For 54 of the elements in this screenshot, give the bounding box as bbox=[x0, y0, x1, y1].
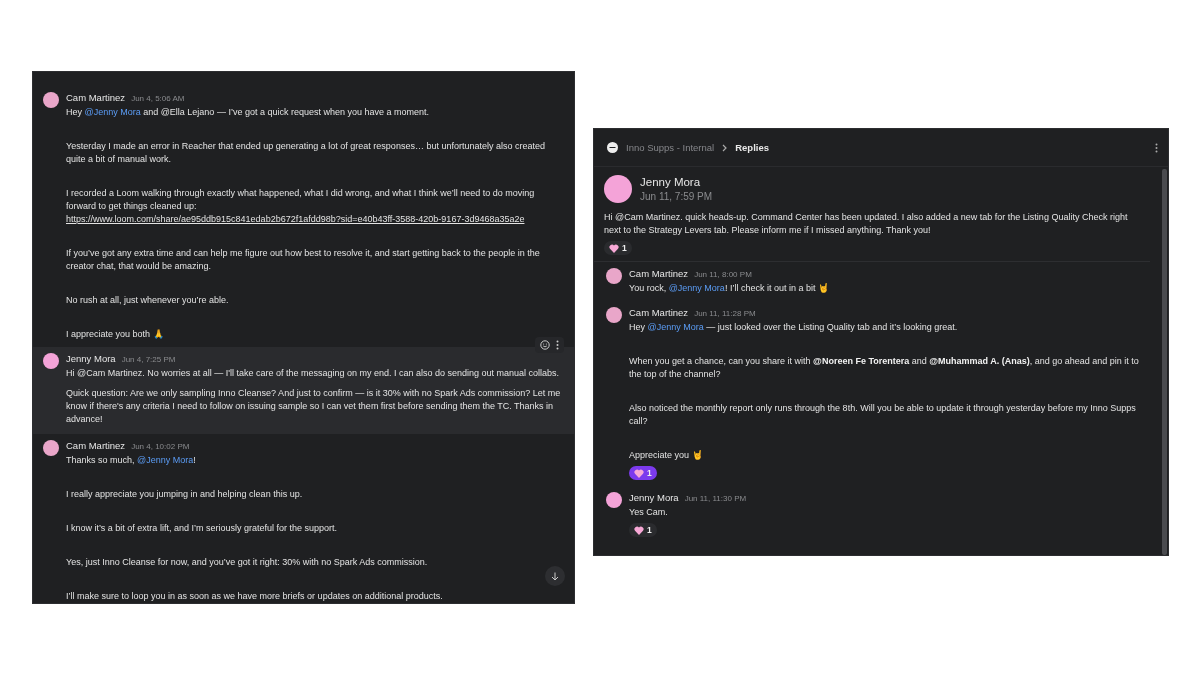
author-name: Jenny Mora bbox=[640, 176, 702, 188]
heart-icon bbox=[634, 525, 644, 535]
message-time: Jun 11, 8:00 PM bbox=[694, 270, 752, 279]
message-text: Appreciate you 🤘 bbox=[629, 449, 703, 462]
breadcrumb-current: Replies bbox=[735, 142, 769, 153]
chevron-right-icon bbox=[722, 143, 728, 152]
url-link[interactable]: https://www.loom.com/share/ae95ddb915c841edab2b672f1afdd98b?sid=e40b43ff-3588-420b-9167-3d9468a35a2e bbox=[66, 213, 562, 226]
message-text: You rock, @Jenny Mora! I’ll check it out in a bit 🤘 bbox=[629, 282, 829, 295]
message-text: I recorded a Loom walking through exactly what happened, what I did wrong, and what I think we’ll need to do moving forward to get things cleaned up: https://www.loom.com/share/ae95ddb915c841edab2b672f1afdd98b?sid=e40b43ff-3588-420b-9167-3d9468a35a2e bbox=[66, 187, 562, 226]
message-text: Hi @Cam Martinez. quick heads-up. Command Center has been updated. I also added a new tab for the Listing Quality Check right next to the Strategy Levers tab. Please inform me if I missed anything. Thank you! bbox=[604, 211, 1129, 237]
scroll-down-button[interactable] bbox=[545, 566, 565, 586]
message-text: Yes, just Inno Cleanse for now, and you’ve got it right: 30% with no Spark Ads commission. bbox=[66, 556, 428, 569]
more-icon[interactable] bbox=[1155, 142, 1158, 153]
emoji-icon[interactable] bbox=[540, 340, 550, 350]
message-text: Thanks so much, @Jenny Mora! bbox=[66, 454, 196, 467]
message-text: Yes Cam. bbox=[629, 506, 668, 519]
message-text: Hey @Jenny Mora — just looked over the Listing Quality tab and it’s looking great. bbox=[629, 321, 958, 334]
message-text: Hi @Cam Martinez. No worries at all — I'll take care of the messaging on my end. I can also do sending out manual collabs. bbox=[66, 367, 560, 380]
message-time: Jun 11, 11:30 PM bbox=[684, 494, 747, 503]
reaction-button[interactable]: 1 bbox=[629, 466, 657, 480]
heart-icon bbox=[609, 243, 619, 253]
author-name: Cam Martinez bbox=[66, 440, 126, 451]
message-text: Also noticed the monthly report only runs through the 8th. Will you be able to update it through yesterday before my Inno Supps call? bbox=[629, 402, 1137, 428]
mention-link[interactable]: @Jenny Mora bbox=[647, 322, 704, 332]
more-icon[interactable] bbox=[556, 340, 559, 350]
message-text: I know it’s a bit of extra lift, and I’m seriously grateful for the support. bbox=[66, 522, 337, 535]
channel-link[interactable]: Inno Supps - Internal bbox=[626, 142, 715, 153]
author-name: Cam Martinez bbox=[66, 92, 126, 103]
message-time: Jun 11, 11:28 PM bbox=[694, 309, 756, 318]
message-time: Jun 4, 7:25 PM bbox=[121, 355, 176, 364]
message-text: Yesterday I made an error in Reacher that ended up generating a lot of great responses… but unfortunately also created quite a bit of manual work. bbox=[66, 140, 546, 166]
author-name: Jenny Mora bbox=[629, 492, 679, 503]
mention-link[interactable]: @Jenny Mora bbox=[84, 107, 141, 117]
message-time: Jun 4, 10:02 PM bbox=[131, 442, 190, 451]
message-text: No rush at all, just whenever you’re able. bbox=[66, 294, 229, 307]
heart-icon bbox=[634, 468, 644, 478]
message-time: Jun 11, 7:59 PM bbox=[640, 191, 713, 202]
message-text: I really appreciate you jumping in and helping clean this up. bbox=[66, 488, 303, 501]
message-text: Quick question: Are we only sampling Inno Cleanse? And just to confirm — is it 30% with no Spark Ads commission? Let me know if there's any criteria I need to follow on issuing sample so I can vet them first before sending them the TC. Thanks in advance! bbox=[66, 387, 562, 426]
channel-icon bbox=[607, 142, 618, 153]
reaction-button[interactable]: 1 bbox=[629, 523, 657, 537]
message-text: If you’ve got any extra time and can help me figure out how best to resolve it, and start getting back to the people in the creator chat, that would be amazing. bbox=[66, 247, 541, 273]
message-text: I’ll make sure to loop you in as soon as we have more briefs or updates on additional products. bbox=[66, 590, 443, 603]
message-time: Jun 4, 5:06 AM bbox=[131, 94, 185, 103]
author-name: Jenny Mora bbox=[66, 353, 116, 364]
mention-link[interactable]: @Jenny Mora bbox=[668, 283, 725, 293]
author-name: Cam Martinez bbox=[629, 307, 689, 318]
reaction-button[interactable]: 1 bbox=[604, 241, 632, 255]
arrow-down-icon bbox=[551, 571, 559, 581]
message-text: When you get a chance, can you share it with @Noreen Fe Torentera and @Muhammad A. (Anas), and go ahead and pin it to the top of the channel? bbox=[629, 355, 1140, 381]
author-name: Cam Martinez bbox=[629, 268, 689, 279]
message-text: Hey @Jenny Mora and @Ella Lejano — I’ve got a quick request when you have a moment. bbox=[66, 106, 429, 119]
message-text: I appreciate you both 🙏 bbox=[66, 328, 164, 341]
scrollbar[interactable] bbox=[1162, 169, 1167, 555]
